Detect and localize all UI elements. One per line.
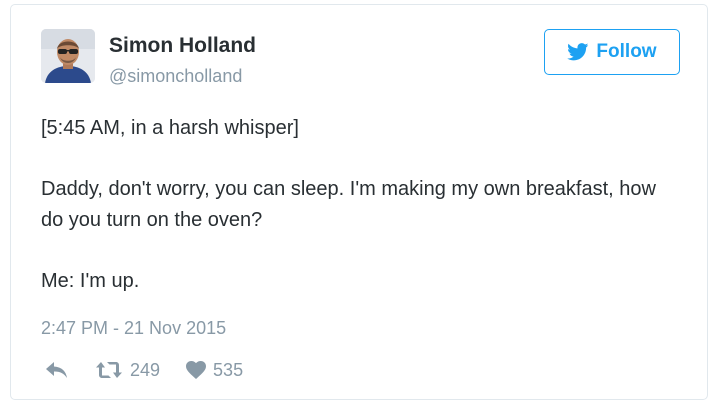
tweet-paragraph: Me: I'm up.: [41, 270, 140, 292]
follow-label: Follow: [596, 41, 657, 62]
tweet-timestamp[interactable]: 2:47 PM - 21 Nov 2015: [41, 318, 226, 339]
display-name[interactable]: Simon Holland: [109, 34, 256, 58]
user-handle[interactable]: @simoncholland: [109, 66, 242, 87]
tweet-paragraph: Daddy, don't worry, you can sleep. I'm m…: [41, 178, 656, 231]
retweet-count: 249: [130, 359, 161, 380]
tweet-text: [5:45 AM, in a harsh whisper] Daddy, don…: [41, 113, 681, 297]
follow-button[interactable]: Follow: [544, 29, 680, 75]
avatar-photo: [41, 29, 95, 83]
tweet-card: Simon Holland @simoncholland Follow [5:4…: [10, 4, 708, 400]
like-count: 535: [213, 359, 244, 380]
avatar[interactable]: [41, 29, 95, 83]
tweet-actions: 249 535: [45, 357, 243, 383]
retweet-button[interactable]: 249: [95, 360, 160, 381]
reply-arrow-icon: [46, 362, 67, 378]
reply-button[interactable]: [45, 361, 69, 379]
retweet-icon: [96, 362, 122, 378]
heart-icon: [186, 361, 207, 379]
like-button[interactable]: 535: [186, 360, 243, 381]
twitter-bird-icon: [567, 43, 589, 61]
tweet-paragraph: [5:45 AM, in a harsh whisper]: [41, 117, 299, 139]
